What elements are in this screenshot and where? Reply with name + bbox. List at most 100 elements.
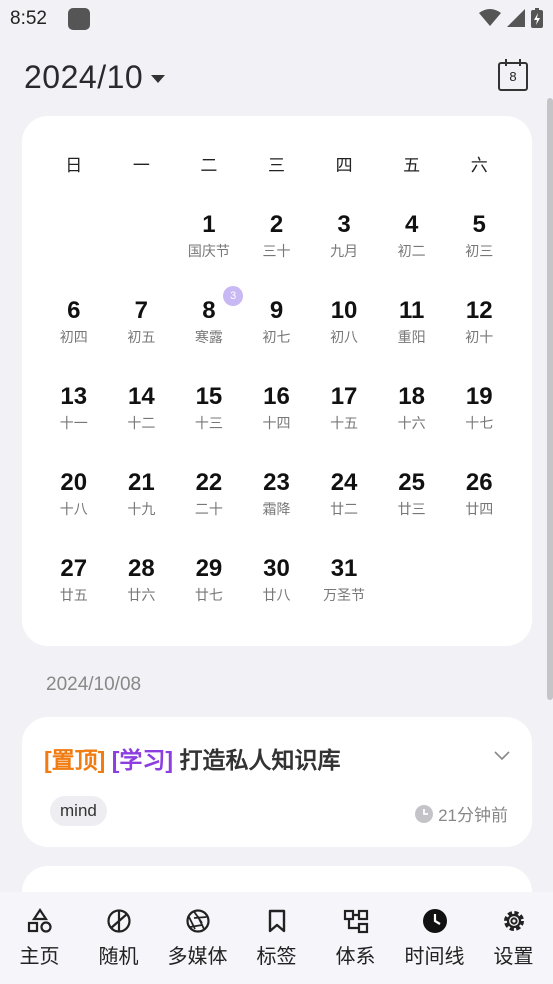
clock-icon	[422, 909, 447, 933]
aperture-icon	[185, 909, 210, 933]
day-cell[interactable]: 7 初五	[108, 294, 176, 380]
day-number: 4	[404, 211, 419, 238]
lunar-date: 廿四	[465, 501, 494, 517]
lunar-date: 十八	[59, 501, 88, 517]
lunar-date: 寒露	[194, 329, 223, 345]
dropdown-arrow-icon	[151, 75, 166, 83]
lunar-date: 十七	[465, 415, 494, 431]
day-number: 19	[465, 383, 493, 410]
note-tag-chip[interactable]: mind	[50, 796, 107, 826]
day-cell[interactable]: 22 二十	[175, 466, 243, 552]
lunar-date: 十一	[59, 415, 88, 431]
gear-icon	[503, 911, 524, 931]
day-number: 29	[195, 555, 223, 582]
lunar-date: 万圣节	[323, 587, 366, 603]
month-title: 2024/10	[24, 58, 144, 95]
day-number: 30	[263, 555, 290, 582]
lunar-date: 十九	[127, 501, 156, 517]
day-cell[interactable]: 30 廿八	[243, 552, 311, 638]
day-number: 25	[398, 469, 425, 496]
lunar-date: 霜降	[262, 501, 291, 517]
day-number: 2	[269, 211, 284, 238]
weekday-header: 日一二三四五六	[40, 154, 513, 178]
nav-random[interactable]: 随机	[79, 892, 158, 984]
scrollbar[interactable]	[547, 98, 553, 700]
weekday-label: 二	[200, 156, 218, 175]
nav-label: 体系	[335, 946, 376, 968]
nav-label: 标签	[256, 946, 297, 968]
day-number: 24	[330, 469, 358, 496]
day-cell[interactable]: 9 初七	[243, 294, 311, 380]
today-button[interactable]: 8	[497, 58, 529, 92]
day-cell[interactable]: 28 廿六	[108, 552, 176, 638]
selected-date-label: 2024/10/08	[46, 674, 142, 695]
chevron-down-icon[interactable]	[494, 751, 510, 761]
battery-icon	[531, 8, 543, 28]
weekday-label: 五	[403, 156, 421, 175]
status-time: 8:52	[10, 8, 47, 29]
lunar-date: 三十	[262, 243, 291, 259]
lunar-date: 初三	[465, 243, 494, 259]
note-title: [置顶] [学习] 打造私人知识库	[44, 741, 340, 775]
day-cell[interactable]: 2 三十	[243, 208, 311, 294]
day-number: 28	[128, 555, 155, 582]
day-cell[interactable]: 31 万圣节	[310, 552, 378, 638]
day-cell[interactable]: 6 初四	[40, 294, 108, 380]
day-cell[interactable]: 29 廿七	[175, 552, 243, 638]
day-cell[interactable]: 16 十四	[243, 380, 311, 466]
day-cell[interactable]: 11 重阳	[378, 294, 446, 380]
day-cell[interactable]: 1 国庆节	[175, 208, 243, 294]
day-cell[interactable]: 4 初二	[378, 208, 446, 294]
day-cell[interactable]: 3 九月	[310, 208, 378, 294]
day-cell[interactable]: 19 十七	[445, 380, 513, 466]
day-cell[interactable]: 27 廿五	[40, 552, 108, 638]
note-card[interactable]: [置顶] [学习] 打造私人知识库 mind 21分钟前	[22, 717, 532, 847]
status-indicators	[479, 8, 543, 28]
note-time-text: 21分钟前	[438, 806, 508, 825]
day-number: 27	[60, 555, 88, 582]
weekday-label: 六	[470, 156, 488, 175]
app-notification-icon	[68, 8, 90, 30]
day-cell[interactable]: 25 廿三	[378, 466, 446, 552]
days-grid: 1 国庆节 2 三十 3 九月 4 初二 5 初三 6 初四 7 初五 8 寒露 3 9 初七 10 初八 11 重阳 12 初…	[40, 208, 513, 638]
day-cell[interactable]: 20 十八	[40, 466, 108, 552]
nav-system[interactable]: 体系	[316, 892, 395, 984]
category-tag: [学习]	[111, 747, 174, 773]
day-number: 26	[465, 469, 493, 496]
month-selector[interactable]: 2024/10	[24, 56, 166, 98]
lunar-date: 国庆节	[187, 243, 230, 259]
day-cell[interactable]: 17 十五	[310, 380, 378, 466]
day-cell[interactable]: 13 十一	[40, 380, 108, 466]
signal-icon	[507, 9, 525, 27]
lunar-date: 十三	[194, 415, 223, 431]
bookmark-icon	[268, 909, 285, 933]
day-cell[interactable]: 21 十九	[108, 466, 176, 552]
day-cell[interactable]: 8 寒露 3	[175, 286, 244, 380]
day-cell[interactable]: 14 十二	[108, 380, 176, 466]
lunar-date: 二十	[194, 501, 223, 517]
nav-media[interactable]: 多媒体	[158, 892, 237, 984]
bottom-navigation: 主页 随机 多媒体 标签 体系 时间线 设置	[0, 892, 553, 984]
lunar-date: 重阳	[397, 329, 426, 345]
day-cell[interactable]: 10 初八	[310, 294, 378, 380]
day-cell[interactable]: 26 廿四	[445, 466, 513, 552]
day-cell[interactable]: 23 霜降	[243, 466, 311, 552]
day-cell[interactable]: 18 十六	[378, 380, 446, 466]
nav-tags[interactable]: 标签	[237, 892, 316, 984]
lunar-date: 廿七	[194, 587, 223, 603]
nav-settings[interactable]: 设置	[474, 892, 553, 984]
lunar-date: 廿二	[330, 501, 359, 517]
nav-label: 时间线	[404, 946, 465, 968]
day-cell[interactable]: 24 廿二	[310, 466, 378, 552]
day-number: 13	[60, 383, 88, 410]
day-cell[interactable]: 15 十三	[175, 380, 243, 466]
day-cell[interactable]: 12 初十	[445, 294, 513, 380]
day-number: 11	[398, 297, 425, 324]
nav-timeline[interactable]: 时间线	[395, 892, 474, 984]
lunar-date: 初八	[330, 329, 359, 345]
weekday-label: 四	[335, 156, 353, 175]
nav-home[interactable]: 主页	[0, 892, 79, 984]
lunar-date: 廿六	[127, 587, 156, 603]
day-number: 3	[337, 211, 351, 238]
day-cell[interactable]: 5 初三	[445, 208, 513, 294]
